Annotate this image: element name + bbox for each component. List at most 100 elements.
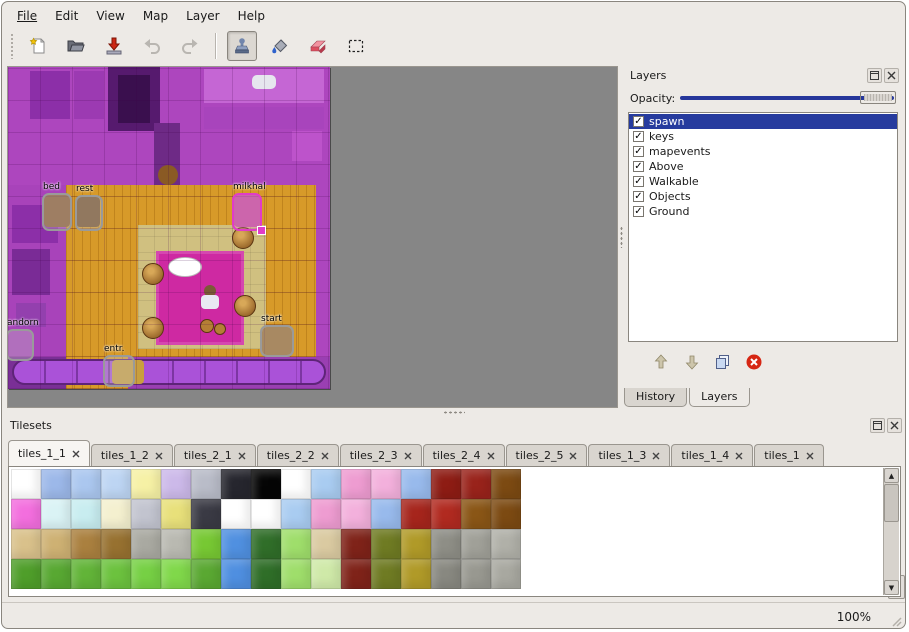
- tile[interactable]: [251, 469, 281, 499]
- rect-select-button[interactable]: [341, 31, 371, 61]
- tile[interactable]: [161, 499, 191, 529]
- float-panel-icon[interactable]: [867, 68, 882, 83]
- tile[interactable]: [41, 499, 71, 529]
- close-tab-icon[interactable]: [569, 452, 577, 460]
- duplicate-layer-button[interactable]: [712, 351, 734, 373]
- close-panel-icon[interactable]: [887, 418, 902, 433]
- layer-row-objects[interactable]: ✓Objects: [629, 189, 897, 204]
- tile[interactable]: [341, 469, 371, 499]
- tile[interactable]: [11, 469, 41, 499]
- tile[interactable]: [371, 469, 401, 499]
- opacity-slider-handle[interactable]: [860, 91, 896, 104]
- tile[interactable]: [131, 469, 161, 499]
- menu-view[interactable]: View: [87, 6, 133, 26]
- tile[interactable]: [311, 499, 341, 529]
- tile[interactable]: [251, 499, 281, 529]
- tile[interactable]: [401, 529, 431, 559]
- dock-tab-history[interactable]: History: [624, 388, 687, 407]
- layer-row-mapevents[interactable]: ✓mapevents: [629, 144, 897, 159]
- tileset-tab-tiles_2_4[interactable]: tiles_2_4: [423, 444, 505, 466]
- tile[interactable]: [281, 529, 311, 559]
- tile[interactable]: [41, 469, 71, 499]
- tile[interactable]: [491, 559, 521, 589]
- map-object-milkhal[interactable]: milkhal: [232, 193, 262, 231]
- tile[interactable]: [491, 529, 521, 559]
- tile[interactable]: [371, 529, 401, 559]
- close-tab-icon[interactable]: [404, 452, 412, 460]
- map-object-start[interactable]: start: [260, 325, 294, 357]
- open-button[interactable]: [61, 31, 91, 61]
- tileset-tab-tiles_1_3[interactable]: tiles_1_3: [588, 444, 670, 466]
- tile[interactable]: [281, 469, 311, 499]
- undo-button[interactable]: [137, 31, 167, 61]
- tile[interactable]: [431, 499, 461, 529]
- close-panel-icon[interactable]: [884, 68, 899, 83]
- tileset-tab-tiles_1_4[interactable]: tiles_1_4: [671, 444, 753, 466]
- tile[interactable]: [461, 529, 491, 559]
- tile[interactable]: [101, 529, 131, 559]
- tile[interactable]: [281, 559, 311, 589]
- new-button[interactable]: [23, 31, 53, 61]
- delete-layer-button[interactable]: [743, 351, 765, 373]
- eraser-button[interactable]: [303, 31, 333, 61]
- tile[interactable]: [71, 499, 101, 529]
- tile[interactable]: [101, 499, 131, 529]
- tileset-tab-tiles_2_3[interactable]: tiles_2_3: [340, 444, 422, 466]
- toolbar-drag-handle[interactable]: [10, 33, 15, 59]
- close-tab-icon[interactable]: [72, 450, 80, 458]
- close-tab-icon[interactable]: [155, 452, 163, 460]
- tile[interactable]: [401, 499, 431, 529]
- tile[interactable]: [41, 529, 71, 559]
- map-object-bed[interactable]: bed: [42, 193, 72, 231]
- tile[interactable]: [191, 559, 221, 589]
- map-object-entr[interactable]: entr.: [103, 355, 135, 387]
- tile[interactable]: [281, 499, 311, 529]
- menu-edit[interactable]: Edit: [46, 6, 87, 26]
- tile[interactable]: [491, 499, 521, 529]
- scrollbar-thumb[interactable]: [884, 484, 899, 522]
- tile[interactable]: [161, 529, 191, 559]
- tile[interactable]: [341, 499, 371, 529]
- map-canvas[interactable]: bedrest milkhal start entr. andorn: [8, 67, 330, 389]
- tile[interactable]: [161, 469, 191, 499]
- tile[interactable]: [311, 559, 341, 589]
- map-object-rest[interactable]: rest: [75, 195, 103, 231]
- tile[interactable]: [191, 469, 221, 499]
- lower-layer-button[interactable]: [681, 351, 703, 373]
- tile[interactable]: [311, 469, 341, 499]
- tile[interactable]: [131, 559, 161, 589]
- tile[interactable]: [251, 529, 281, 559]
- layer-visibility-checkbox[interactable]: ✓: [633, 161, 644, 172]
- tile[interactable]: [191, 529, 221, 559]
- tileset-tab-tiles_2_1[interactable]: tiles_2_1: [174, 444, 256, 466]
- map-object-andorn[interactable]: andorn: [8, 329, 34, 361]
- layer-visibility-checkbox[interactable]: ✓: [633, 146, 644, 157]
- layer-visibility-checkbox[interactable]: ✓: [633, 191, 644, 202]
- tile[interactable]: [11, 559, 41, 589]
- tile[interactable]: [371, 499, 401, 529]
- layer-row-ground[interactable]: ✓Ground: [629, 204, 897, 219]
- tile[interactable]: [251, 559, 281, 589]
- layer-row-walkable[interactable]: ✓Walkable: [629, 174, 897, 189]
- menu-file[interactable]: File: [8, 6, 46, 26]
- layer-visibility-checkbox[interactable]: ✓: [633, 206, 644, 217]
- tileset-scrollbar[interactable]: ▲ ▼: [883, 468, 899, 595]
- opacity-slider[interactable]: [680, 90, 896, 106]
- tileset-tab-tiles_2_5[interactable]: tiles_2_5: [506, 444, 588, 466]
- tile[interactable]: [461, 559, 491, 589]
- layer-row-above[interactable]: ✓Above: [629, 159, 897, 174]
- tile[interactable]: [431, 529, 461, 559]
- resize-grip-icon[interactable]: [889, 614, 902, 627]
- scroll-down-icon[interactable]: ▼: [884, 580, 899, 595]
- tileset-tab-tiles_1_1[interactable]: tiles_1_1: [8, 440, 90, 466]
- tile[interactable]: [431, 559, 461, 589]
- layer-visibility-checkbox[interactable]: ✓: [633, 116, 644, 127]
- menu-help[interactable]: Help: [229, 6, 274, 26]
- tile[interactable]: [401, 469, 431, 499]
- layer-row-spawn[interactable]: ✓spawn: [629, 114, 897, 129]
- menu-map[interactable]: Map: [134, 6, 177, 26]
- tile[interactable]: [11, 529, 41, 559]
- close-tab-icon[interactable]: [238, 452, 246, 460]
- tile[interactable]: [71, 529, 101, 559]
- tile[interactable]: [71, 559, 101, 589]
